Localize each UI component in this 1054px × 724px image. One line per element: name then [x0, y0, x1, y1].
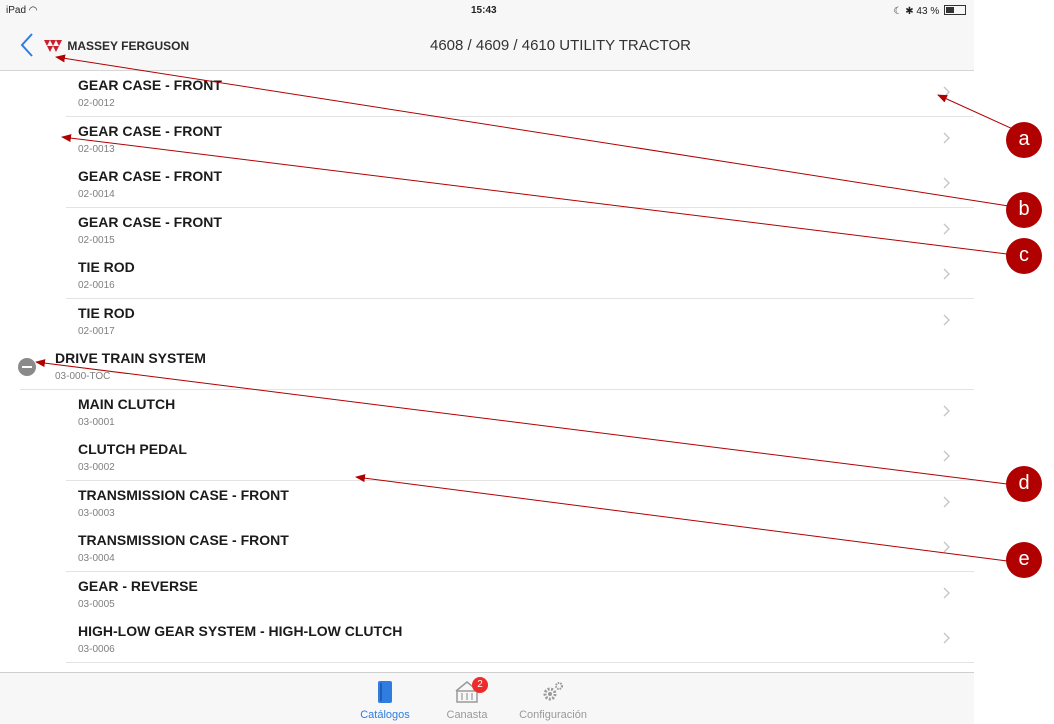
chevron-right-icon [943, 314, 950, 325]
row-code: 02-0016 [78, 280, 115, 291]
moon-icon: ☾ [893, 6, 903, 17]
row-title: GEAR CASE - FRONT [78, 122, 222, 139]
navigation-bar: MASSEY FERGUSON 4608 / 4609 / 4610 UTILI… [0, 22, 974, 71]
page-title: 4608 / 4609 / 4610 UTILITY TRACTOR [430, 37, 691, 54]
row-code: 03-0002 [78, 462, 115, 473]
chevron-right-icon [943, 541, 950, 553]
section-header-row[interactable]: DRIVE TRAIN SYSTEM 03-000-TOC [0, 344, 974, 390]
row-code: 03-0006 [78, 644, 115, 655]
tab-canasta[interactable]: 2 Canasta [422, 677, 512, 721]
chevron-right-icon [943, 132, 950, 143]
carrier-label: iPad ◠ [6, 5, 38, 16]
chevron-right-icon [943, 177, 950, 189]
row-title: HIGH-LOW GEAR SYSTEM - HIGH-LOW CLUTCH [78, 623, 403, 639]
bluetooth-icon: ✱ [905, 6, 914, 17]
row-code: 02-0013 [78, 143, 115, 155]
cart-count-badge: 2 [472, 677, 488, 693]
ipad-screen: iPad ◠ 15:43 ☾ ✱ 43 % MASSEY FERGUSON 46… [0, 0, 974, 724]
row-title: TIE ROD [78, 304, 135, 321]
chevron-right-icon [943, 587, 950, 598]
triple-triangle-logo-icon [44, 40, 62, 52]
basket-icon: 2 [422, 677, 512, 705]
row-title: GEAR CASE - FRONT [78, 77, 222, 93]
list-item[interactable]: HIGH-LOW GEAR SYSTEM - HIGH-LOW CLUTCH [0, 662, 974, 672]
list-item[interactable]: GEAR CASE - FRONT 02-0014 [0, 162, 974, 208]
list-item[interactable]: GEAR CASE - FRONT 02-0015 [0, 207, 974, 254]
row-title: TIE ROD [78, 259, 135, 275]
battery-indicator: ☾ ✱ 43 % [893, 5, 966, 17]
list-item[interactable]: GEAR CASE - FRONT 02-0013 [0, 116, 974, 163]
row-code: 02-0017 [78, 325, 115, 337]
row-title: MAIN CLUTCH [78, 395, 176, 412]
tab-label: Catálogos [360, 709, 410, 721]
status-bar: iPad ◠ 15:43 ☾ ✱ 43 % [0, 0, 974, 22]
chevron-right-icon [943, 450, 950, 462]
list-item[interactable]: HIGH-LOW GEAR SYSTEM - HIGH-LOW CLUTCH 03… [0, 617, 974, 663]
list-item[interactable]: MAIN CLUTCH 03-0001 [0, 389, 974, 436]
chevron-right-icon [943, 268, 950, 280]
row-code: 02-0015 [78, 234, 115, 246]
list-item[interactable]: GEAR CASE - FRONT 02-0012 [0, 71, 974, 117]
chevron-right-icon [943, 86, 950, 98]
tab-catalogos[interactable]: Catálogos [340, 679, 430, 721]
list-item[interactable]: TIE ROD 02-0016 [0, 253, 974, 299]
row-title: TRANSMISSION CASE - FRONT [78, 532, 289, 548]
list-item[interactable]: TRANSMISSION CASE - FRONT 03-0003 [0, 480, 974, 527]
row-title: GEAR CASE - FRONT [78, 168, 222, 184]
chevron-right-icon [943, 496, 950, 507]
status-time: 15:43 [471, 5, 497, 16]
callout-c: c [1006, 238, 1042, 274]
row-code: 03-0003 [78, 507, 115, 519]
callout-b: b [1006, 192, 1042, 228]
chevron-right-icon [943, 223, 950, 234]
collapse-minus-icon[interactable] [18, 358, 36, 376]
row-code: 03-0001 [78, 416, 115, 428]
row-code: 02-0012 [78, 98, 115, 109]
book-icon [340, 679, 430, 705]
row-title: DRIVE TRAIN SYSTEM [55, 350, 206, 366]
tab-label: Configuración [519, 709, 587, 721]
chevron-right-icon [943, 632, 950, 644]
tab-label: Canasta [446, 709, 488, 721]
list-item[interactable]: TIE ROD 02-0017 [0, 298, 974, 345]
row-title: GEAR CASE - FRONT [78, 213, 222, 230]
row-code: 03-000-TOC [55, 371, 111, 382]
row-title: CLUTCH PEDAL [78, 441, 187, 457]
row-code: 03-0005 [78, 598, 115, 610]
list-item[interactable]: CLUTCH PEDAL 03-0002 [0, 435, 974, 481]
callout-a: a [1006, 122, 1042, 158]
callout-e: e [1006, 542, 1042, 578]
row-title: HIGH-LOW GEAR SYSTEM - HIGH-LOW CLUTCH [78, 669, 402, 672]
list-item[interactable]: GEAR - REVERSE 03-0005 [0, 571, 974, 618]
row-title: GEAR - REVERSE [78, 577, 198, 594]
chevron-right-icon [943, 405, 950, 416]
wifi-icon: ◠ [28, 5, 38, 16]
row-title: TRANSMISSION CASE - FRONT [78, 486, 289, 503]
back-chevron-icon[interactable] [18, 30, 38, 60]
list-item[interactable]: TRANSMISSION CASE - FRONT 03-0004 [0, 526, 974, 572]
row-code: 03-0004 [78, 553, 115, 564]
battery-icon [944, 5, 966, 15]
tab-configuracion[interactable]: Configuración [508, 679, 598, 721]
brand-logo: MASSEY FERGUSON [44, 39, 189, 53]
callout-d: d [1006, 466, 1042, 502]
gears-icon [508, 679, 598, 705]
tab-bar: Catálogos 2 Canasta Configuración [0, 672, 974, 724]
catalog-list[interactable]: GEAR CASE - FRONT 02-0012 GEAR CASE - FRON… [0, 71, 974, 671]
row-code: 02-0014 [78, 189, 115, 200]
